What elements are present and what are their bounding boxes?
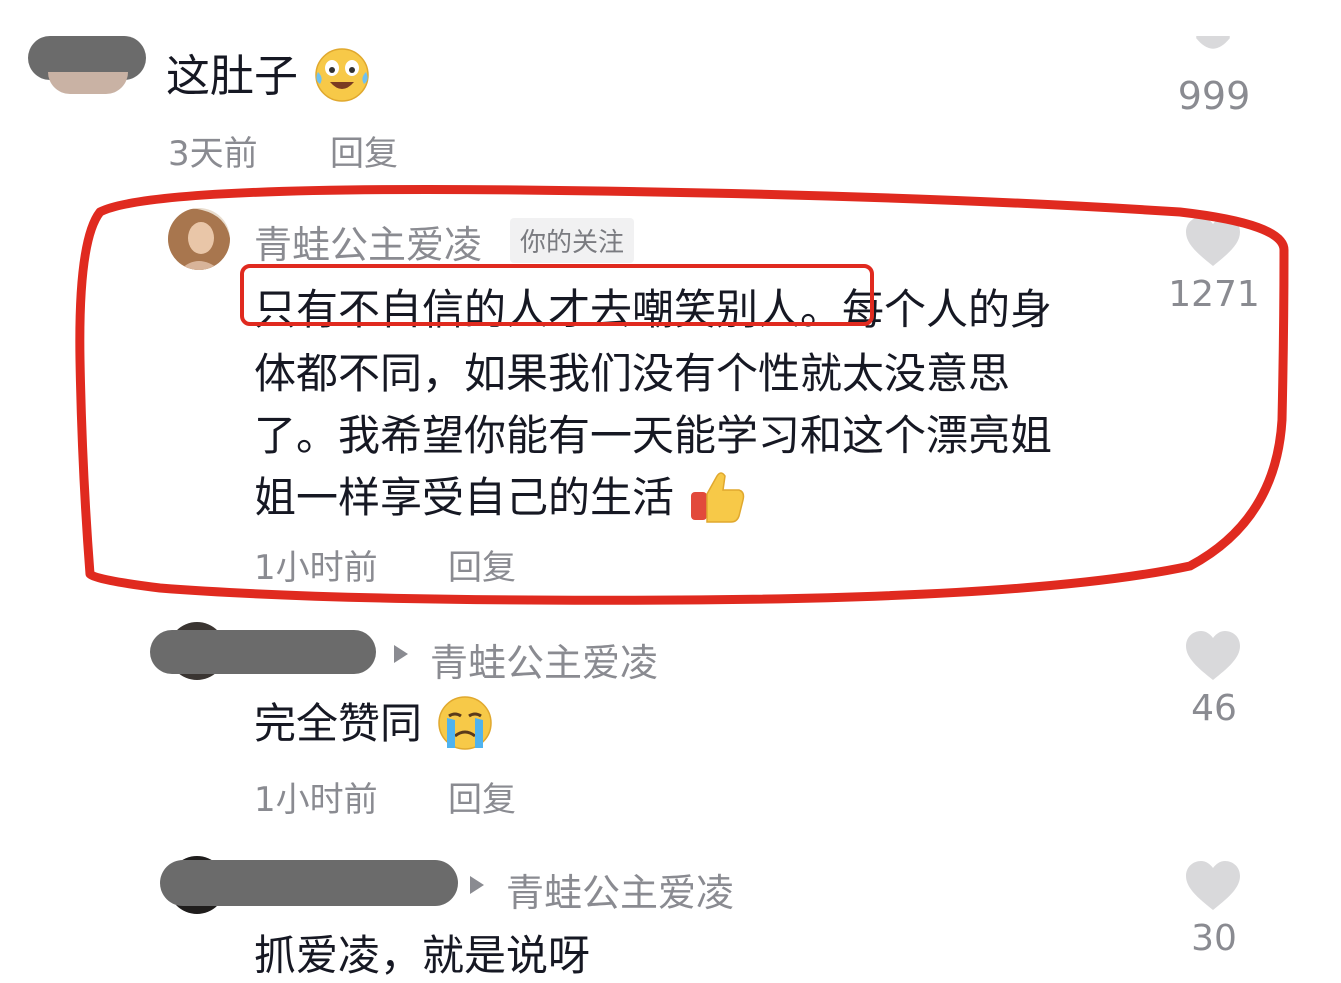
thumbs-up-emoji: [687, 468, 747, 534]
heart-icon: [1186, 631, 1240, 680]
like-button[interactable]: [1184, 36, 1242, 70]
username[interactable]: 青蛙公主爱凌: [254, 214, 482, 269]
heart-icon: [1186, 217, 1240, 266]
censored-username: [160, 860, 458, 906]
like-count: 999: [1177, 74, 1251, 118]
comment-text-line3: 了。我希望你能有一天能学习和这个漂亮姐: [254, 411, 1053, 460]
heart-icon: [1186, 861, 1240, 910]
like-button[interactable]: [1184, 216, 1242, 272]
reply-button[interactable]: 回复: [448, 772, 516, 821]
heart-icon: [1196, 36, 1230, 49]
censored-username: [150, 630, 376, 674]
comment-text-line2: 体都不同，如果我们没有个性就太没意思: [254, 349, 1011, 398]
comment-time: 1小时前: [254, 780, 378, 820]
reply-to-username[interactable]: 青蛙公主爱凌: [506, 862, 734, 917]
reply-to-username[interactable]: 青蛙公主爱凌: [430, 632, 658, 687]
comment-text: 这肚子: [166, 40, 372, 113]
comment-time: 3天前: [168, 134, 258, 174]
comment-text: 完全赞同: [254, 690, 495, 760]
like-button[interactable]: [1184, 630, 1242, 686]
avatar[interactable]: [168, 208, 230, 270]
reply-button[interactable]: 回复: [330, 126, 398, 175]
highlight-box: [240, 264, 874, 326]
laughing-crying-emoji: [312, 46, 372, 113]
like-count: 30: [1191, 918, 1237, 959]
follow-tag: 你的关注: [510, 218, 635, 263]
reply-arrow-icon: [394, 645, 408, 663]
reply-button[interactable]: 回复: [448, 540, 516, 589]
like-button[interactable]: [1184, 860, 1242, 916]
comment-text-line4: 姐一样享受自己的生活: [254, 464, 747, 534]
like-count: 1271: [1168, 274, 1260, 315]
like-count: 46: [1191, 688, 1237, 729]
reply-arrow-icon: [470, 876, 484, 894]
crying-emoji: [435, 694, 495, 760]
comment-time: 1小时前: [254, 548, 378, 588]
comment-text: 抓爱凌，就是说呀: [254, 931, 591, 980]
avatar-partial: [48, 72, 128, 94]
